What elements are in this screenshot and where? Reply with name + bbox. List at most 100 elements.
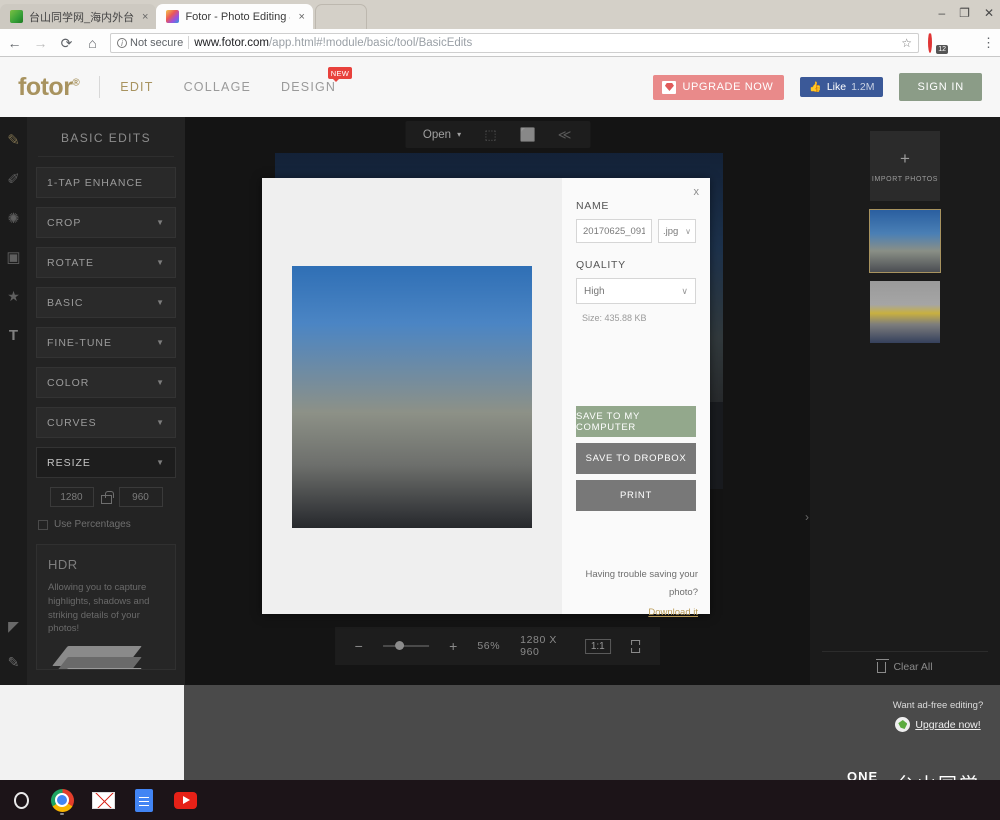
zoom-actual-size-button[interactable]: 1:1 — [585, 639, 611, 654]
quality-select[interactable]: High ∨ — [576, 278, 696, 304]
panel-collapse-arrow[interactable]: › — [805, 510, 809, 524]
save-to-computer-button[interactable]: SAVE TO MY COMPUTER — [576, 406, 696, 437]
hdr-promo-card[interactable]: HDR Allowing you to capture highlights, … — [36, 544, 176, 670]
tool-resize[interactable]: RESIZE ▼ — [36, 447, 176, 478]
leaf-icon — [895, 717, 910, 732]
security-badge[interactable]: i Not secure — [117, 37, 183, 49]
tool-curves[interactable]: CURVES ▼ — [36, 407, 176, 438]
screenshot-icon[interactable]: ⬚ — [483, 127, 498, 142]
tool-fine-tune[interactable]: FINE-TUNE ▼ — [36, 327, 176, 358]
pencil-icon[interactable]: ✎ — [5, 131, 23, 149]
share-icon[interactable]: ≪ — [557, 127, 572, 142]
tab-close-icon[interactable]: × — [142, 11, 148, 23]
new-tab-button[interactable] — [315, 4, 367, 29]
download-it-link[interactable]: Download it — [576, 607, 698, 618]
tool-rotate[interactable]: ROTATE ▼ — [36, 247, 176, 278]
name-label: NAME — [576, 200, 696, 212]
thumbnail-city[interactable] — [870, 210, 940, 272]
zoom-slider-handle[interactable] — [395, 641, 404, 650]
use-percentages-label: Use Percentages — [54, 519, 131, 530]
chevron-down-icon: ▼ — [156, 418, 165, 427]
chrome-icon[interactable] — [47, 785, 77, 815]
browser-tabstrip: 台山同学网_海内外台山/ × Fotor - Photo Editing & C… — [0, 3, 367, 29]
upgrade-now-link[interactable]: Upgrade now! — [915, 719, 980, 731]
save-icon[interactable]: ⬜ — [520, 127, 535, 142]
open-menu-button[interactable]: Open ▾ — [423, 129, 461, 141]
nav-collage[interactable]: COLLAGE — [184, 80, 251, 94]
filename-input[interactable] — [576, 219, 652, 243]
fullscreen-icon[interactable] — [631, 640, 641, 653]
sign-in-button[interactable]: SIGN IN — [899, 73, 982, 101]
clock-extension-icon[interactable]: 12 — [928, 34, 946, 52]
tool-color[interactable]: COLOR ▼ — [36, 367, 176, 398]
unlock-icon[interactable] — [101, 491, 112, 504]
clock-glyph — [928, 32, 932, 53]
close-window-icon[interactable]: ✕ — [984, 7, 994, 19]
compare-icon[interactable]: ◤ — [5, 617, 23, 635]
tool-basic[interactable]: BASIC ▼ — [36, 287, 176, 318]
download-extension-icon[interactable] — [955, 34, 973, 52]
thumbnail-image — [870, 210, 940, 272]
use-percentages-row[interactable]: Use Percentages — [36, 519, 176, 530]
basic-edits-panel: BASIC EDITS 1-TAP ENHANCE CROP ▼ ROTATE … — [27, 117, 185, 685]
zoom-slider[interactable] — [383, 645, 429, 647]
save-to-dropbox-button[interactable]: SAVE TO DROPBOX — [576, 443, 696, 474]
modal-preview-pane — [262, 178, 562, 614]
resize-width-input[interactable] — [50, 487, 94, 507]
print-button[interactable]: PRINT — [576, 480, 696, 511]
back-icon[interactable]: ← — [6, 36, 23, 50]
minimize-icon[interactable]: – — [938, 7, 945, 19]
frame-icon[interactable]: ▣ — [5, 248, 23, 266]
tool-label: CURVES — [47, 417, 97, 429]
paint-bucket-icon[interactable]: ✐ — [5, 170, 23, 188]
clear-all-button[interactable]: Clear All — [822, 651, 988, 673]
edit-note-icon[interactable]: ✎ — [5, 653, 23, 671]
like-count: 1.2M — [851, 81, 874, 93]
upgrade-now-button[interactable]: UPGRADE NOW — [653, 75, 784, 100]
gmail-icon[interactable] — [88, 785, 118, 815]
tab-title: Fotor - Photo Editing & C — [185, 11, 290, 23]
tool-one-tap-enhance[interactable]: 1-TAP ENHANCE — [36, 167, 176, 198]
opera-icon[interactable] — [6, 785, 36, 815]
thumbnail-image — [870, 281, 940, 343]
forward-icon[interactable]: → — [32, 36, 49, 50]
like-label: Like — [827, 81, 846, 93]
text-icon[interactable]: T — [5, 326, 23, 344]
import-photos-label: IMPORT PHOTOS — [872, 176, 938, 183]
nav-design[interactable]: DESIGN NEW — [281, 80, 336, 94]
effects-icon[interactable]: ✺ — [5, 209, 23, 227]
url-domain: www.fotor.com — [194, 37, 269, 49]
chevron-down-icon: ∨ — [681, 286, 688, 297]
nav-edit[interactable]: EDIT — [120, 80, 153, 94]
fotor-logo[interactable]: fotor® — [18, 73, 79, 102]
file-extension-select[interactable]: .jpg ∨ — [658, 219, 696, 243]
browser-tab-1[interactable]: 台山同学网_海内外台山/ × — [0, 4, 156, 29]
use-percentages-checkbox[interactable] — [38, 520, 48, 530]
google-docs-icon[interactable] — [129, 785, 159, 815]
home-icon[interactable]: ⌂ — [84, 36, 101, 50]
maximize-icon[interactable]: ❐ — [959, 7, 970, 19]
leaf-favicon-icon — [10, 10, 23, 23]
taskbar — [0, 780, 1000, 820]
bookmark-star-icon[interactable]: ☆ — [901, 36, 912, 50]
thumbnail-portrait[interactable] — [870, 281, 940, 343]
address-bar[interactable]: i Not secure www.fotor.com/app.html#!mod… — [110, 33, 919, 53]
hdr-layers-icon — [60, 646, 152, 670]
close-icon[interactable]: x — [694, 186, 700, 198]
sticker-icon[interactable]: ★ — [5, 287, 23, 305]
chevron-down-icon: ▼ — [156, 458, 165, 467]
import-photos-button[interactable]: + IMPORT PHOTOS — [870, 131, 940, 201]
ad-promo-question: Want ad-free editing? — [882, 700, 994, 711]
tab-close-icon[interactable]: × — [298, 11, 304, 23]
clear-all-label: Clear All — [893, 661, 932, 673]
zoom-in-button[interactable]: + — [449, 639, 457, 653]
facebook-like-button[interactable]: 👍 Like 1.2M — [800, 77, 883, 97]
tool-crop[interactable]: CROP ▼ — [36, 207, 176, 238]
reload-icon[interactable]: ⟳ — [58, 36, 75, 50]
browser-tab-2[interactable]: Fotor - Photo Editing & C × — [156, 4, 312, 29]
zoom-out-button[interactable]: − — [355, 639, 363, 653]
resize-height-input[interactable] — [119, 487, 163, 507]
chrome-menu-icon[interactable]: ⋮ — [982, 36, 994, 49]
ad-promo-link-row[interactable]: Upgrade now! — [882, 717, 994, 732]
youtube-icon[interactable] — [170, 785, 200, 815]
